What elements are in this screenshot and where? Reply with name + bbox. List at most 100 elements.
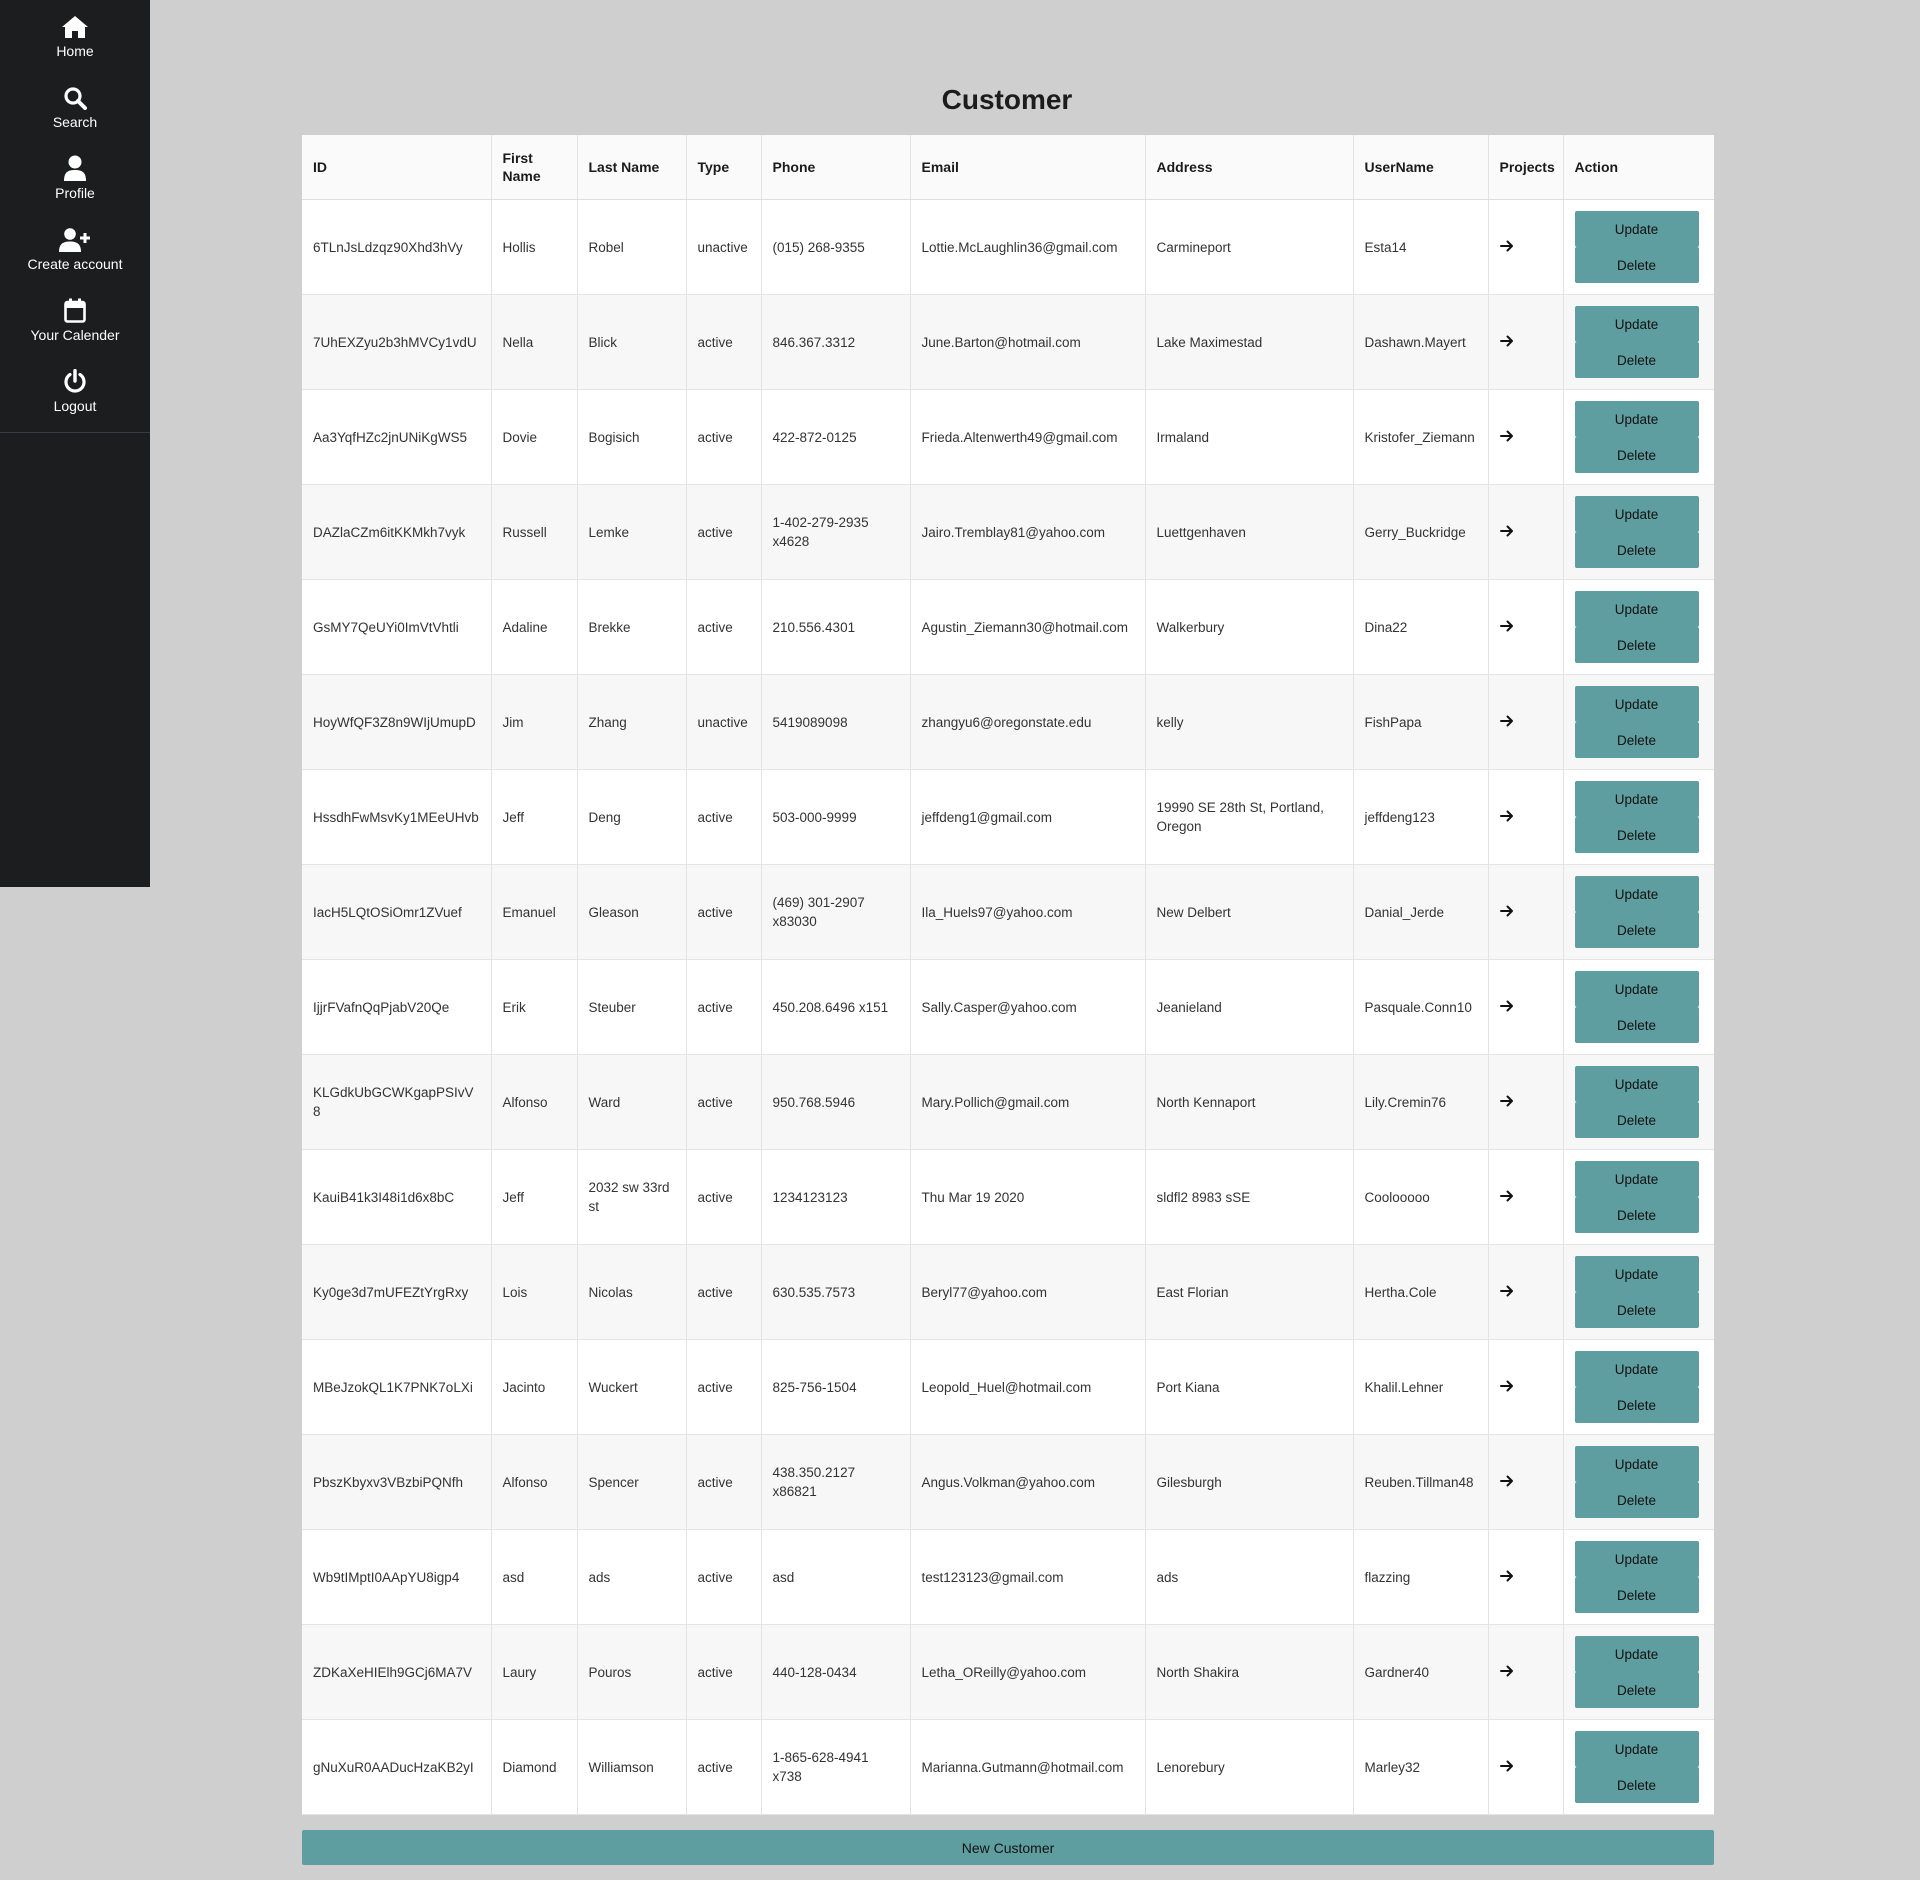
sidebar-item-create-account[interactable]: Create account (0, 213, 150, 284)
cell-username: Lily.Cremin76 (1353, 1054, 1489, 1150)
update-button[interactable]: Update (1574, 1256, 1699, 1292)
cell-address: North Kennaport (1145, 1054, 1354, 1150)
update-button[interactable]: Update (1574, 401, 1699, 437)
cell-action: Update Delete (1563, 294, 1714, 390)
cell-username: Pasquale.Conn10 (1353, 959, 1489, 1055)
arrow-right-icon[interactable] (1499, 1475, 1514, 1487)
cell-phone: 825-756-1504 (761, 1339, 911, 1435)
customer-table-container: ID First Name Last Name Type Phone Email… (302, 135, 1714, 1815)
cell-address: East Florian (1145, 1244, 1354, 1340)
arrow-right-icon[interactable] (1499, 1380, 1514, 1392)
arrow-right-icon[interactable] (1499, 1760, 1514, 1772)
delete-button[interactable]: Delete (1574, 532, 1699, 568)
cell-projects (1488, 199, 1564, 295)
update-button[interactable]: Update (1574, 1351, 1699, 1387)
cell-projects (1488, 1149, 1564, 1245)
delete-button[interactable]: Delete (1574, 912, 1699, 948)
cell-phone: 5419089098 (761, 674, 911, 770)
delete-button[interactable]: Delete (1574, 437, 1699, 473)
cell-type: unactive (686, 199, 762, 295)
update-button[interactable]: Update (1574, 1446, 1699, 1482)
arrow-right-icon[interactable] (1499, 335, 1514, 347)
arrow-right-icon[interactable] (1499, 1000, 1514, 1012)
update-button[interactable]: Update (1574, 686, 1699, 722)
arrow-right-icon[interactable] (1499, 1570, 1514, 1582)
cell-first-name: Alfonso (491, 1054, 578, 1150)
update-button[interactable]: Update (1574, 971, 1699, 1007)
sidebar-item-logout[interactable]: Logout (0, 355, 150, 426)
delete-button[interactable]: Delete (1574, 722, 1699, 758)
update-button[interactable]: Update (1574, 306, 1699, 342)
update-button[interactable]: Update (1574, 781, 1699, 817)
sidebar-item-profile[interactable]: Profile (0, 142, 150, 213)
delete-button[interactable]: Delete (1574, 627, 1699, 663)
cell-first-name: Laury (491, 1624, 578, 1720)
column-header-type: Type (686, 135, 762, 200)
update-button[interactable]: Update (1574, 1541, 1699, 1577)
cell-type: active (686, 579, 762, 675)
arrow-right-icon[interactable] (1499, 715, 1514, 727)
table-header-row: ID First Name Last Name Type Phone Email… (302, 135, 1714, 200)
cell-id: ZDKaXeHIElh9GCj6MA7V (302, 1624, 492, 1720)
update-button[interactable]: Update (1574, 1731, 1699, 1767)
update-button[interactable]: Update (1574, 1636, 1699, 1672)
sidebar-item-calendar[interactable]: Your Calender (0, 284, 150, 355)
arrow-right-icon[interactable] (1499, 430, 1514, 442)
delete-button[interactable]: Delete (1574, 1007, 1699, 1043)
delete-button[interactable]: Delete (1574, 1577, 1699, 1613)
update-button[interactable]: Update (1574, 1066, 1699, 1102)
arrow-right-icon[interactable] (1499, 525, 1514, 537)
cell-projects (1488, 1244, 1564, 1340)
sidebar-item-home[interactable]: Home (0, 0, 150, 71)
delete-button[interactable]: Delete (1574, 1482, 1699, 1518)
cell-first-name: Adaline (491, 579, 578, 675)
cell-projects (1488, 579, 1564, 675)
arrow-right-icon[interactable] (1499, 1095, 1514, 1107)
cell-id: 6TLnJsLdzqz90Xhd3hVy (302, 199, 492, 295)
cell-address: Jeanieland (1145, 959, 1354, 1055)
delete-button[interactable]: Delete (1574, 1767, 1699, 1803)
arrow-right-icon[interactable] (1499, 905, 1514, 917)
cell-username: Dina22 (1353, 579, 1489, 675)
arrow-right-icon[interactable] (1499, 1190, 1514, 1202)
table-row: HoyWfQF3Z8n9WIjUmupD Jim Zhang unactive 5419… (302, 674, 1714, 770)
sidebar-item-search[interactable]: Search (0, 71, 150, 142)
cell-type: active (686, 864, 762, 960)
sidebar-item-label: Create account (27, 256, 123, 272)
cell-first-name: Alfonso (491, 1434, 578, 1530)
delete-button[interactable]: Delete (1574, 1292, 1699, 1328)
update-button[interactable]: Update (1574, 496, 1699, 532)
sidebar-item-label: Your Calender (30, 327, 120, 343)
update-button[interactable]: Update (1574, 876, 1699, 912)
delete-button[interactable]: Delete (1574, 1387, 1699, 1423)
delete-button[interactable]: Delete (1574, 817, 1699, 853)
cell-id: Aa3YqfHZc2jnUNiKgWS5 (302, 389, 492, 485)
new-customer-button[interactable]: New Customer (302, 1830, 1714, 1865)
cell-username: Khalil.Lehner (1353, 1339, 1489, 1435)
arrow-right-icon[interactable] (1499, 1285, 1514, 1297)
update-button[interactable]: Update (1574, 591, 1699, 627)
delete-button[interactable]: Delete (1574, 247, 1699, 283)
cell-last-name: Robel (577, 199, 687, 295)
cell-first-name: Jim (491, 674, 578, 770)
cell-projects (1488, 864, 1564, 960)
delete-button[interactable]: Delete (1574, 1672, 1699, 1708)
delete-button[interactable]: Delete (1574, 1102, 1699, 1138)
cell-last-name: Deng (577, 769, 687, 865)
arrow-right-icon[interactable] (1499, 620, 1514, 632)
cell-projects (1488, 674, 1564, 770)
cell-username: Dashawn.Mayert (1353, 294, 1489, 390)
arrow-right-icon[interactable] (1499, 810, 1514, 822)
cell-phone: 1-402-279-2935 x4628 (761, 484, 911, 580)
update-button[interactable]: Update (1574, 211, 1699, 247)
arrow-right-icon[interactable] (1499, 240, 1514, 252)
delete-button[interactable]: Delete (1574, 1197, 1699, 1233)
delete-button[interactable]: Delete (1574, 342, 1699, 378)
arrow-right-icon[interactable] (1499, 1665, 1514, 1677)
calendar-icon (64, 295, 86, 323)
update-button[interactable]: Update (1574, 1161, 1699, 1197)
cell-type: active (686, 1434, 762, 1530)
cell-email: Jairo.Tremblay81@yahoo.com (910, 484, 1146, 580)
cell-action: Update Delete (1563, 484, 1714, 580)
cell-phone: 950.768.5946 (761, 1054, 911, 1150)
